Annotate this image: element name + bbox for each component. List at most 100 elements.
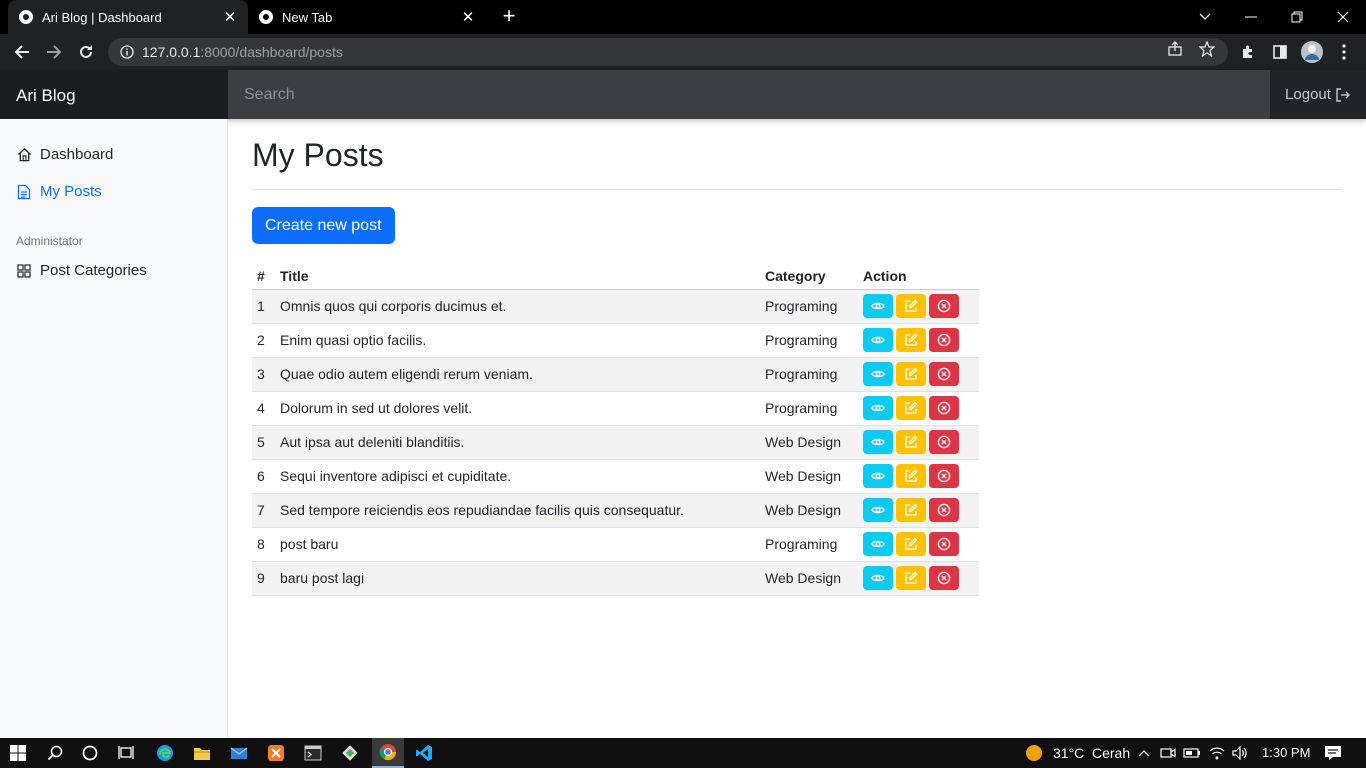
bookmark-star-icon[interactable]	[1198, 40, 1216, 58]
brand-logo-text[interactable]: Ari Blog	[0, 70, 228, 119]
delete-button[interactable]	[929, 396, 959, 420]
url-host: 127.0.0.1	[142, 44, 201, 60]
row-category: Programing	[760, 391, 858, 426]
sidebar-item-my-posts[interactable]: My Posts	[16, 183, 102, 200]
terminal-icon[interactable]	[303, 743, 323, 763]
windows-start-icon[interactable]	[8, 743, 28, 763]
mail-icon[interactable]	[229, 743, 249, 763]
search-input[interactable]	[228, 70, 1270, 119]
wifi-icon[interactable]	[1207, 743, 1227, 763]
notifications-icon[interactable]	[1323, 743, 1343, 763]
col-category-header: Category	[760, 263, 858, 290]
extensions-icon[interactable]	[1238, 42, 1258, 62]
delete-button[interactable]	[929, 464, 959, 488]
back-icon[interactable]	[10, 40, 34, 64]
page-title: My Posts	[252, 137, 384, 173]
cortana-icon[interactable]	[80, 743, 100, 763]
edit-button[interactable]	[896, 498, 926, 522]
vscode-icon[interactable]	[414, 743, 434, 763]
delete-button[interactable]	[929, 498, 959, 522]
tab-search-icon[interactable]	[1182, 0, 1228, 34]
forward-icon[interactable]	[42, 40, 66, 64]
tab-new-tab[interactable]: New Tab ✕	[248, 0, 486, 34]
eye-icon	[871, 369, 885, 379]
menu-kebab-icon[interactable]	[1334, 42, 1354, 62]
battery-icon[interactable]	[1182, 743, 1202, 763]
delete-button[interactable]	[929, 328, 959, 352]
tab-close-icon[interactable]: ✕	[460, 9, 476, 26]
row-number: 2	[252, 323, 275, 358]
view-button[interactable]	[863, 566, 893, 590]
eye-icon	[871, 301, 885, 311]
chrome-taskbar-icon[interactable]	[372, 738, 404, 768]
row-actions	[858, 391, 979, 426]
eye-icon	[871, 335, 885, 345]
xampp-icon[interactable]	[266, 743, 286, 763]
row-category: Web Design	[760, 425, 858, 460]
clock-time: 1:30 PM	[1262, 745, 1311, 760]
delete-button[interactable]	[929, 532, 959, 556]
edit-button[interactable]	[896, 396, 926, 420]
edit-button[interactable]	[896, 566, 926, 590]
view-button[interactable]	[863, 328, 893, 352]
edit-button[interactable]	[896, 532, 926, 556]
table-row: 7 Sed tempore reiciendis eos repudiandae …	[252, 493, 979, 528]
edge-icon[interactable]	[155, 743, 175, 763]
close-window-icon[interactable]	[1320, 0, 1366, 34]
restore-icon[interactable]	[1274, 0, 1320, 34]
x-circle-icon	[937, 299, 951, 313]
address-bar[interactable]: 127.0.0.1:8000/dashboard/posts	[108, 38, 1228, 66]
edit-button[interactable]	[896, 328, 926, 352]
minimize-icon[interactable]	[1228, 0, 1274, 34]
eye-icon	[871, 403, 885, 413]
home-icon	[16, 147, 32, 163]
table-row: 5 Aut ipsa aut deleniti blanditiis. Web De…	[252, 425, 979, 460]
row-title: Omnis quos qui corporis ducimus et.	[275, 289, 760, 324]
edit-button[interactable]	[896, 430, 926, 454]
x-circle-icon	[937, 333, 951, 347]
view-button[interactable]	[863, 362, 893, 386]
view-button[interactable]	[863, 430, 893, 454]
weather-sun-icon[interactable]	[1024, 743, 1044, 763]
view-button[interactable]	[863, 498, 893, 522]
col-action-header: Action	[858, 263, 979, 290]
side-panel-icon[interactable]	[1270, 42, 1290, 62]
meet-now-icon[interactable]	[1158, 743, 1178, 763]
tray-chevron-up-icon[interactable]	[1134, 743, 1154, 763]
sidebar-item-post-categories[interactable]: Post Categories	[16, 262, 147, 279]
view-button[interactable]	[863, 294, 893, 318]
reload-icon[interactable]	[74, 40, 98, 64]
share-icon[interactable]	[1166, 40, 1184, 58]
delete-button[interactable]	[929, 362, 959, 386]
table-row: 9 baru post lagi Web Design	[252, 561, 979, 596]
row-number: 4	[252, 391, 275, 426]
row-title: Sed tempore reiciendis eos repudiandae f…	[275, 493, 760, 528]
git-icon[interactable]	[340, 743, 360, 763]
tab-dashboard[interactable]: Ari Blog | Dashboard ✕	[8, 0, 248, 34]
delete-button[interactable]	[929, 566, 959, 590]
row-actions	[858, 289, 979, 324]
sidebar-item-dashboard[interactable]: Dashboard	[16, 146, 113, 163]
chrome-favicon-icon	[18, 9, 34, 25]
edit-button[interactable]	[896, 464, 926, 488]
delete-button[interactable]	[929, 430, 959, 454]
logout-button[interactable]: Logout	[1270, 70, 1366, 119]
site-info-icon[interactable]	[120, 45, 134, 59]
view-button[interactable]	[863, 532, 893, 556]
search-icon[interactable]	[45, 743, 65, 763]
new-tab-button[interactable]: +	[498, 5, 520, 28]
volume-icon[interactable]	[1230, 743, 1250, 763]
grid-icon	[16, 263, 32, 279]
tab-close-icon[interactable]: ✕	[222, 9, 238, 26]
task-view-icon[interactable]	[116, 743, 136, 763]
edit-button[interactable]	[896, 294, 926, 318]
profile-avatar[interactable]	[1301, 41, 1323, 63]
top-navbar: Ari Blog Logout	[0, 70, 1366, 119]
file-explorer-icon[interactable]	[192, 743, 212, 763]
view-button[interactable]	[863, 396, 893, 420]
view-button[interactable]	[863, 464, 893, 488]
posts-table: # Title Category Action 1 Omnis quos qui …	[252, 263, 979, 596]
create-post-button[interactable]: Create new post	[252, 207, 395, 244]
delete-button[interactable]	[929, 294, 959, 318]
edit-button[interactable]	[896, 362, 926, 386]
